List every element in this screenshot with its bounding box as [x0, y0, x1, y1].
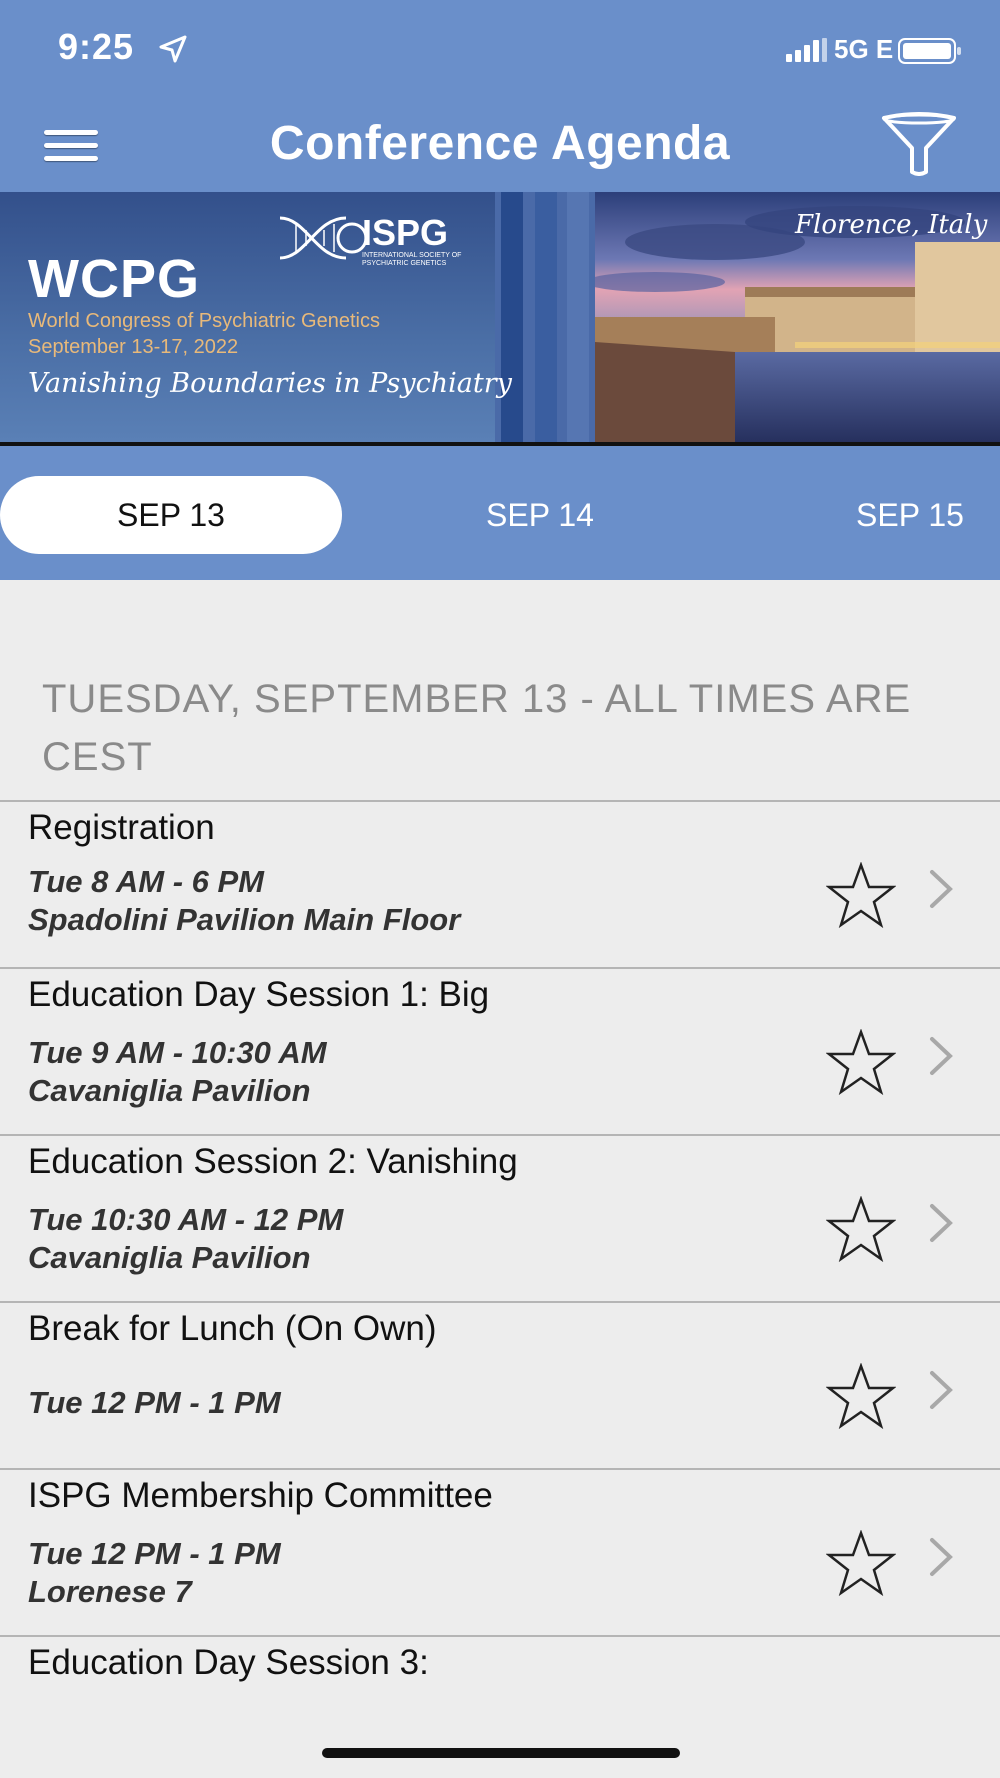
chevron-right-icon: [930, 1037, 953, 1075]
session-row[interactable]: Education Session 2: Vanishing Tue 10:30…: [0, 1136, 1000, 1303]
ispg-logo-text: ISPG: [362, 212, 449, 253]
status-time: 9:25: [58, 26, 135, 67]
session-time: Tue 12 PM - 1 PM: [28, 1536, 281, 1571]
network-label: 5G E: [834, 34, 894, 64]
session-location: Spadolini Pavilion Main Floor: [28, 902, 461, 937]
signal-icon: [786, 38, 827, 62]
session-row[interactable]: Break for Lunch (On Own) Tue 12 PM - 1 P…: [0, 1303, 1000, 1470]
session-title: Education Day Session 1: Big: [28, 975, 490, 1014]
date-tabs: SEP 13 SEP 14 SEP 15: [0, 446, 1000, 580]
session-title: Education Day Session 3:: [28, 1643, 429, 1682]
status-bar: 9:25 5G E: [0, 0, 1000, 96]
nav-bar: Conference Agenda: [0, 96, 1000, 192]
chevron-right-icon: [930, 1538, 953, 1576]
session-row[interactable]: Education Day Session 1: Big Tue 9 AM - …: [0, 969, 1000, 1136]
tab-sep-13[interactable]: SEP 13: [0, 476, 342, 554]
home-indicator[interactable]: [322, 1748, 680, 1758]
conference-banner: WCPG ISPG INTERNATIONAL SOCIETY OF PSYCH…: [0, 192, 1000, 446]
filter-funnel-icon[interactable]: [880, 112, 958, 176]
session-time: Tue 9 AM - 10:30 AM: [28, 1035, 327, 1070]
session-time: Tue 12 PM - 1 PM: [28, 1385, 281, 1420]
session-title: Break for Lunch (On Own): [28, 1309, 437, 1348]
chevron-right-icon: [930, 1204, 953, 1242]
session-row[interactable]: ISPG Membership Committee Tue 12 PM - 1 …: [0, 1470, 1000, 1637]
favorite-star-icon[interactable]: [826, 1363, 896, 1429]
session-title: Registration: [28, 808, 215, 847]
favorite-star-icon[interactable]: [826, 1029, 896, 1095]
session-title: Education Session 2: Vanishing: [28, 1142, 518, 1181]
session-row[interactable]: Registration Tue 8 AM - 6 PM Spadolini P…: [0, 802, 1000, 969]
tab-sep-14[interactable]: SEP 14: [420, 476, 660, 554]
location-arrow-icon: [159, 35, 187, 63]
chevron-right-icon: [930, 870, 953, 908]
session-time: Tue 8 AM - 6 PM: [28, 864, 264, 899]
section-header: TUESDAY, SEPTEMBER 13 - ALL TIMES ARE CE…: [42, 677, 912, 779]
banner-stripes: [495, 192, 595, 442]
congress-dates: September 13-17, 2022: [28, 336, 239, 358]
session-location: Cavaniglia Pavilion: [28, 1240, 311, 1275]
session-location: Cavaniglia Pavilion: [28, 1073, 311, 1108]
page-title: Conference Agenda: [269, 117, 731, 170]
tab-sep-15[interactable]: SEP 15: [800, 476, 1000, 554]
favorite-star-icon[interactable]: [826, 862, 896, 928]
wcpg-logo: WCPG: [28, 249, 200, 309]
congress-tagline: Vanishing Boundaries in Psychiatry: [28, 368, 512, 399]
battery-icon: [898, 38, 961, 64]
ispg-logo-subtitle: INTERNATIONAL SOCIETY OF PSYCHIATRIC GEN…: [362, 252, 462, 267]
favorite-star-icon[interactable]: [826, 1196, 896, 1262]
session-title: ISPG Membership Committee: [28, 1476, 493, 1515]
favorite-star-icon[interactable]: [826, 1530, 896, 1596]
location-caption: Florence, Italy: [795, 210, 988, 240]
congress-name: World Congress of Psychiatric Genetics: [28, 310, 380, 332]
session-location: Lorenese 7: [28, 1574, 192, 1609]
session-time: Tue 10:30 AM - 12 PM: [28, 1202, 344, 1237]
chevron-right-icon: [930, 1371, 953, 1409]
